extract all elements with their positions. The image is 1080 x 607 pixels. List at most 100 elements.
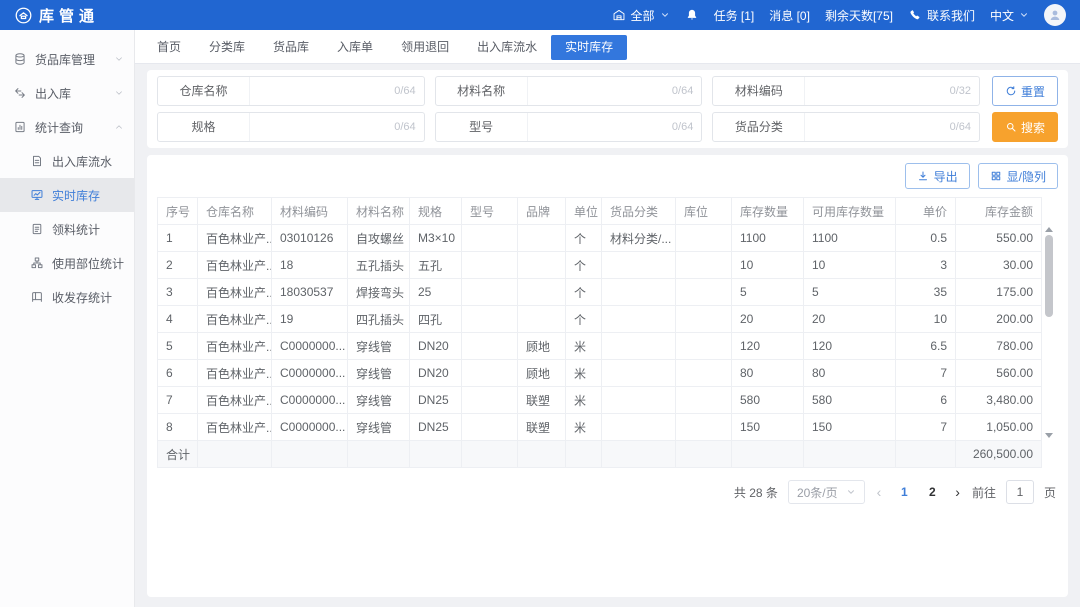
cell: 6 <box>896 387 956 414</box>
货品分类-input[interactable] <box>805 120 949 134</box>
cell: 30.00 <box>956 252 1042 279</box>
cell: 150 <box>732 414 804 441</box>
型号-input[interactable] <box>528 120 672 134</box>
cell: 7 <box>896 414 956 441</box>
scrollbar-thumb[interactable] <box>1045 235 1053 317</box>
table-row[interactable]: 3百色林业产...18030537焊接弯头25个5535175.00 <box>158 279 1042 306</box>
page-1[interactable]: 1 <box>893 485 915 499</box>
仓库名称-input[interactable] <box>250 84 394 98</box>
chevron-down-icon <box>1019 10 1029 20</box>
search-field-材料编码: 材料编码0/32 <box>712 76 980 106</box>
cell <box>732 441 804 468</box>
prev-page-button[interactable]: ‹ <box>875 485 884 499</box>
cell: 材料分类/... <box>602 225 676 252</box>
field-label: 材料名称 <box>436 77 528 105</box>
reset-button[interactable]: 重置 <box>992 76 1058 106</box>
sidebar-item-货品库管理[interactable]: 货品库管理 <box>0 42 134 76</box>
sidebar-subitem-实时库存[interactable]: 实时库存 <box>0 178 134 212</box>
tab-分类库[interactable]: 分类库 <box>195 35 259 60</box>
cell <box>462 333 518 360</box>
days-left-label: 剩余天数[75] <box>825 7 893 24</box>
col-header-品牌: 品牌 <box>518 198 566 225</box>
table-row[interactable]: 1百色林业产...03010126自攻螺丝M3×10个材料分类/...11001… <box>158 225 1042 252</box>
cell <box>676 333 732 360</box>
材料编码-input[interactable] <box>805 84 949 98</box>
规格-input[interactable] <box>250 120 394 134</box>
col-header-型号: 型号 <box>462 198 518 225</box>
sidebar-subitem-label: 使用部位统计 <box>52 255 124 272</box>
tab-首页[interactable]: 首页 <box>143 35 195 60</box>
scope-label: 全部 <box>631 7 655 24</box>
avatar[interactable] <box>1044 4 1066 26</box>
export-button[interactable]: 导出 <box>905 163 970 189</box>
field-label: 货品分类 <box>713 113 805 141</box>
table-row[interactable]: 8百色林业产...C0000000...穿线管DN25联塑米15015071,0… <box>158 414 1042 441</box>
tab-入库单[interactable]: 入库单 <box>323 35 387 60</box>
topbar: 库管通 全部 任务 [1] 消息 [0] 剩余天数[75] 联系我们 中文 <box>0 0 1080 30</box>
cell: 10 <box>804 252 896 279</box>
tasks-link[interactable]: 任务 [1] <box>714 7 755 24</box>
table-row[interactable]: 4百色林业产...19四孔插头四孔个202010200.00 <box>158 306 1042 333</box>
sidebar-subitem-收发存统计[interactable]: 收发存统计 <box>0 280 134 314</box>
cell: 20 <box>804 306 896 333</box>
next-page-button[interactable]: › <box>953 485 962 499</box>
char-counter: 0/32 <box>950 85 979 97</box>
sidebar-item-出入库[interactable]: 出入库 <box>0 76 134 110</box>
cell <box>602 387 676 414</box>
sidebar-subitem-领料统计[interactable]: 领料统计 <box>0 212 134 246</box>
contact-us-link[interactable]: 联系我们 <box>908 7 975 24</box>
page-size-select[interactable]: 20条/页 <box>788 480 865 504</box>
cell: 个 <box>566 252 602 279</box>
sidebar-subitem-出入库流水[interactable]: 出入库流水 <box>0 144 134 178</box>
sidebar-item-label: 货品库管理 <box>35 51 95 68</box>
main-area: 首页分类库货品库入库单领用退回出入库流水实时库存 仓库名称0/64材料名称0/6… <box>135 30 1080 607</box>
cell: 175.00 <box>956 279 1042 306</box>
tab-出入库流水[interactable]: 出入库流水 <box>463 35 551 60</box>
scroll-down-icon[interactable] <box>1045 433 1053 438</box>
language-select[interactable]: 中文 <box>990 7 1029 24</box>
notifications-bell[interactable] <box>685 8 699 22</box>
cell: 150 <box>804 414 896 441</box>
clipboard-stats-icon <box>13 120 27 134</box>
show-hide-columns-button[interactable]: 显/隐列 <box>978 163 1058 189</box>
cell: 1,050.00 <box>956 414 1042 441</box>
cell: DN20 <box>410 360 462 387</box>
search-button[interactable]: 搜索 <box>992 112 1058 142</box>
table-row[interactable]: 5百色林业产...C0000000...穿线管DN20顾地米1201206.57… <box>158 333 1042 360</box>
warehouse-scope-select[interactable]: 全部 <box>612 7 670 24</box>
page-2[interactable]: 2 <box>921 485 943 499</box>
char-counter: 0/64 <box>672 85 701 97</box>
tab-实时库存[interactable]: 实时库存 <box>551 35 627 60</box>
goto-page-input[interactable] <box>1006 480 1034 504</box>
cell: 顾地 <box>518 333 566 360</box>
cell: 百色林业产... <box>198 333 272 360</box>
cell <box>348 441 410 468</box>
cell: 联塑 <box>518 387 566 414</box>
search-field-型号: 型号0/64 <box>435 112 703 142</box>
cell: 560.00 <box>956 360 1042 387</box>
cell: 550.00 <box>956 225 1042 252</box>
cell <box>518 306 566 333</box>
cell <box>566 441 602 468</box>
table-scrollbar[interactable] <box>1043 225 1055 440</box>
scroll-up-icon[interactable] <box>1045 227 1053 232</box>
table-row[interactable]: 2百色林业产...18五孔插头五孔个1010330.00 <box>158 252 1042 279</box>
sidebar-subitem-使用部位统计[interactable]: 使用部位统计 <box>0 246 134 280</box>
topbar-actions: 全部 任务 [1] 消息 [0] 剩余天数[75] 联系我们 中文 <box>612 4 1066 26</box>
材料名称-input[interactable] <box>528 84 672 98</box>
books-icon <box>30 290 44 304</box>
cell: 80 <box>732 360 804 387</box>
cell: 5 <box>804 279 896 306</box>
cell: C0000000... <box>272 387 348 414</box>
messages-link[interactable]: 消息 [0] <box>769 7 810 24</box>
table-row[interactable]: 7百色林业产...C0000000...穿线管DN25联塑米58058063,4… <box>158 387 1042 414</box>
table-row[interactable]: 6百色林业产...C0000000...穿线管DN20顾地米80807560.0… <box>158 360 1042 387</box>
cell: C0000000... <box>272 414 348 441</box>
tab-货品库[interactable]: 货品库 <box>259 35 323 60</box>
tab-领用退回[interactable]: 领用退回 <box>387 35 463 60</box>
sidebar-item-统计查询[interactable]: 统计查询 <box>0 110 134 144</box>
cell: M3×10 <box>410 225 462 252</box>
cell <box>602 360 676 387</box>
cell: 百色林业产... <box>198 225 272 252</box>
cell: 自攻螺丝 <box>348 225 410 252</box>
